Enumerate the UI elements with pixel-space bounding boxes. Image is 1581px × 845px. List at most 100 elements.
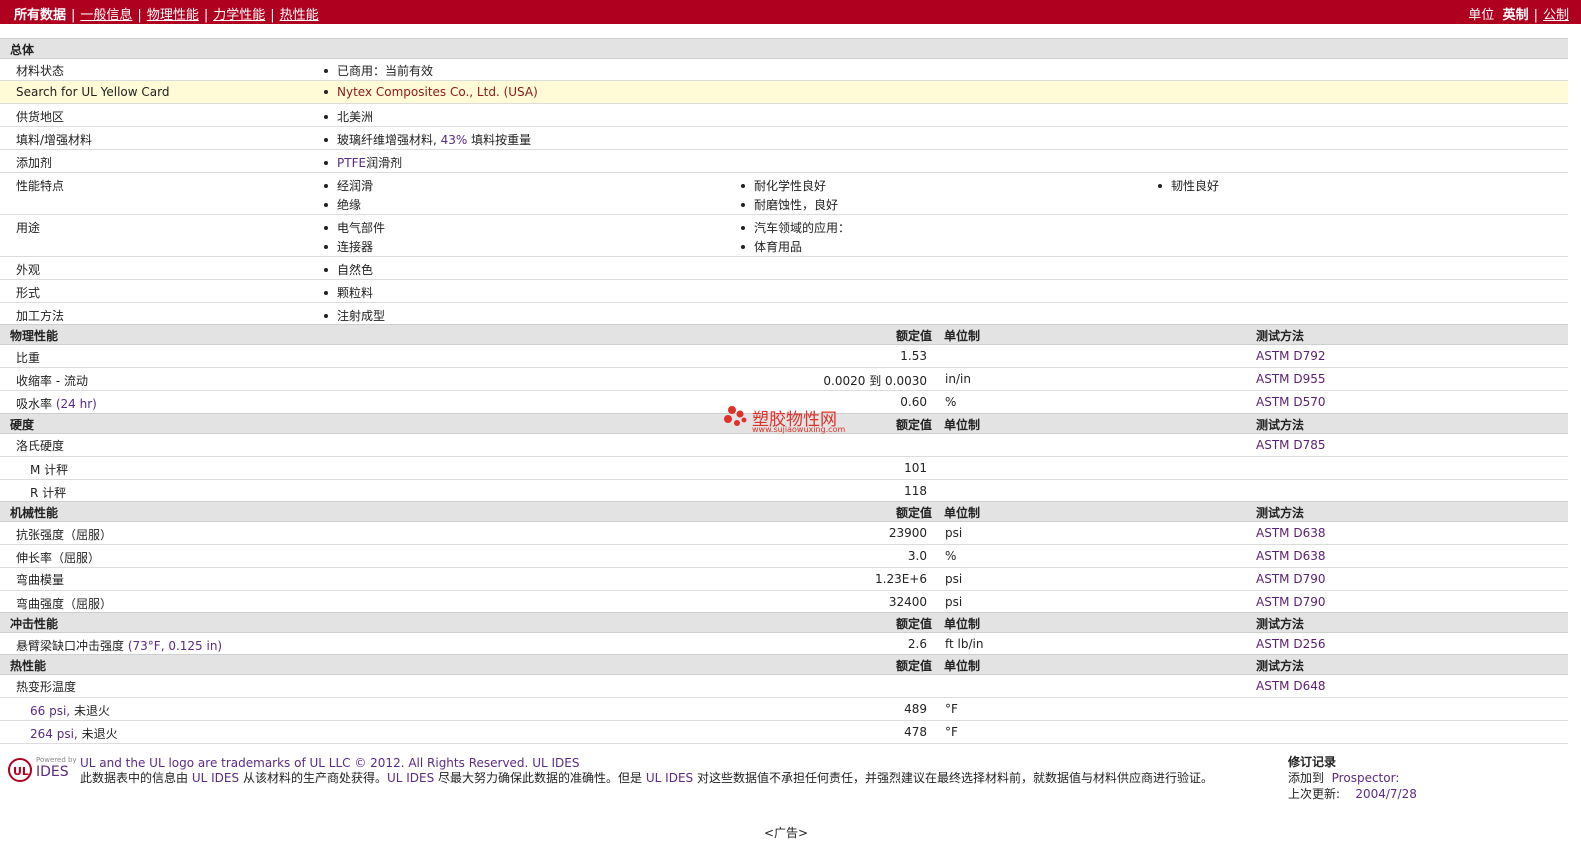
test-method-link[interactable]: ASTM D638 — [1256, 526, 1325, 540]
row-label: 收缩率 - 流动 — [16, 374, 88, 388]
test-method-link[interactable]: ASTM D790 — [1256, 572, 1325, 586]
section-title: 机械性能 — [10, 506, 59, 520]
test-method-link[interactable]: ASTM D256 — [1256, 637, 1325, 651]
section-title: 总体 — [10, 43, 35, 57]
feature-item: 韧性良好 — [1158, 177, 1219, 194]
row-label: 加工方法 — [16, 309, 65, 323]
disclaimer-text: 从该材料的生产商处获得。 — [242, 771, 387, 785]
disclaimer-text: 尽最大努力确保此数据的准确性。但是 — [438, 771, 643, 785]
svg-text:UL: UL — [13, 765, 29, 778]
row-label: 弯曲模量 — [16, 573, 65, 587]
use-item: 体育用品 — [741, 238, 802, 255]
section-title: 热性能 — [10, 659, 47, 673]
row-label: 填料/增强材料 — [16, 133, 93, 147]
feature-item: 耐化学性良好 — [741, 177, 826, 194]
test-method-link[interactable]: ASTM D638 — [1256, 549, 1325, 563]
header-unit: 单位制 — [944, 329, 981, 343]
row-unit: in/in — [945, 372, 971, 386]
row-form: 形式 颗粒料 — [0, 280, 1568, 303]
test-method-link[interactable]: ASTM D648 — [1256, 679, 1325, 693]
table-row: 比重 1.53 ASTM D792 — [0, 345, 1568, 368]
revision-added-value: Prospector: — [1331, 771, 1400, 785]
row-label: 添加剂 — [16, 156, 53, 170]
row-label: 伸长率（屈服） — [16, 551, 101, 565]
table-row: 悬臂梁缺口冲击强度 (73°F, 0.125 in) 2.6 ft lb/in … — [0, 633, 1568, 654]
table-row: R 计秤 118 — [0, 480, 1568, 501]
test-method-link[interactable]: ASTM D785 — [1256, 438, 1325, 452]
use-item: 电气部件 — [324, 219, 385, 236]
row-label: 形式 — [16, 286, 41, 300]
feature-item: 经润滑 — [324, 177, 373, 194]
revision-title: 修订记录 — [1288, 755, 1337, 769]
row-label: 悬臂梁缺口冲击强度 (73°F, 0.125 in) — [16, 639, 223, 653]
header-nominal: 额定值 — [896, 659, 933, 673]
ul-ides-link[interactable]: UL IDES — [532, 756, 579, 770]
section-thermal: 热性能 额定值 单位制 测试方法 — [0, 654, 1568, 675]
header-unit: 单位制 — [944, 659, 981, 673]
revision-added-label: 添加到 — [1288, 771, 1325, 785]
row-value: 2.6 — [907, 637, 927, 651]
row-value: 1.53 — [900, 349, 927, 363]
table-row: 抗张强度（屈服） 23900 psi ASTM D638 — [0, 522, 1568, 545]
row-material-status: 材料状态 已商用：当前有效 — [0, 59, 1568, 81]
test-method-link[interactable]: ASTM D955 — [1256, 372, 1325, 386]
section-nav: 所有数据 | 一般信息 | 物理性能 | 力学性能 | 热性能 — [14, 8, 319, 23]
disclaimer-text: 对这些数据值不承担任何责任，并强烈建议在最终选择材料前，就数据值与材料供应商进行… — [696, 771, 1213, 785]
header-unit: 单位制 — [944, 617, 981, 631]
row-label: 材料状态 — [16, 64, 65, 78]
header-unit: 单位制 — [944, 506, 981, 520]
nav-mechanical-link[interactable]: 力学性能 — [213, 8, 265, 23]
section-general: 总体 — [0, 38, 1568, 59]
nav-general-link[interactable]: 一般信息 — [80, 8, 132, 23]
logo-powered-text: Powered by — [36, 756, 77, 764]
row-label: 供货地区 — [16, 110, 65, 124]
watermark-url: www.sujiaowuxing.com — [752, 425, 846, 434]
row-label: 外观 — [16, 263, 41, 277]
section-mechanical: 机械性能 额定值 单位制 测试方法 — [0, 501, 1568, 522]
test-method-link[interactable]: ASTM D792 — [1256, 349, 1325, 363]
row-value: 玻璃纤维增强材料, 43% 填料按重量 — [324, 131, 531, 148]
row-value: 北美洲 — [324, 108, 373, 125]
table-row: M 计秤 101 — [0, 457, 1568, 480]
nav-physical-link[interactable]: 物理性能 — [147, 8, 199, 23]
row-unit: % — [945, 395, 957, 409]
test-method-link[interactable]: ASTM D570 — [1256, 395, 1325, 409]
yellow-card-company-link[interactable]: Nytex Composites Co., Ltd. (USA) — [324, 85, 538, 99]
row-label: 弯曲强度（屈服） — [16, 597, 113, 611]
row-value: 23900 — [888, 526, 927, 540]
test-method-link[interactable]: ASTM D790 — [1256, 595, 1325, 609]
row-value: 101 — [904, 461, 927, 475]
table-row: 热变形温度 ASTM D648 — [0, 675, 1568, 698]
table-row: 收缩率 - 流动 0.0020 到 0.0030 in/in ASTM D955 — [0, 368, 1568, 391]
row-value: 0.60 — [900, 395, 927, 409]
units-english: 英制 — [1502, 8, 1529, 23]
row-value: 注射成型 — [324, 307, 385, 324]
section-title: 硬度 — [10, 418, 35, 432]
row-unit: % — [945, 549, 957, 563]
nav-thermal-link[interactable]: 热性能 — [280, 8, 319, 23]
table-row: 弯曲模量 1.23E+6 psi ASTM D790 — [0, 568, 1568, 591]
header-test: 测试方法 — [1256, 617, 1305, 631]
row-unit: psi — [945, 572, 963, 586]
header-test: 测试方法 — [1256, 506, 1305, 520]
watermark-logo: 塑胶物性网 www.sujiaowuxing.com — [722, 404, 852, 439]
table-row: 66 psi, 未退火 489 °F — [0, 698, 1568, 721]
row-value: PTFE润滑剂 — [324, 154, 402, 171]
header-nominal: 额定值 — [896, 506, 933, 520]
use-item: 连接器 — [324, 238, 373, 255]
row-value: 3.0 — [907, 549, 927, 563]
unit-switch: 单位 英制 | 公制 — [1468, 8, 1569, 23]
row-label: R 计秤 — [30, 486, 67, 500]
ul-ides-ref: UL IDES — [191, 771, 240, 785]
table-row: 弯曲强度（屈服） 32400 psi ASTM D790 — [0, 591, 1568, 612]
units-metric-link[interactable]: 公制 — [1543, 8, 1569, 23]
revision-updated-label: 上次更新: — [1288, 787, 1341, 801]
header-nominal: 额定值 — [896, 329, 933, 343]
row-value: 已商用：当前有效 — [324, 62, 433, 79]
header-test: 测试方法 — [1256, 659, 1305, 673]
yellow-card-link[interactable]: Search for UL Yellow Card — [16, 85, 169, 99]
row-value: 32400 — [888, 595, 927, 609]
row-label: 吸水率 (24 hr) — [16, 397, 97, 411]
table-row: 伸长率（屈服） 3.0 % ASTM D638 — [0, 545, 1568, 568]
row-yellow-card[interactable]: Search for UL Yellow Card Nytex Composit… — [0, 81, 1568, 104]
